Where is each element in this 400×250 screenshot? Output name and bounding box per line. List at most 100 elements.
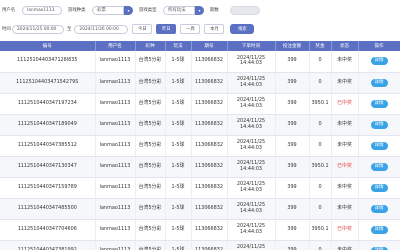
cell-play: 1-5球 [165,198,192,220]
cell-prize: 0 [309,135,332,157]
cell-play: 1-5球 [165,93,192,115]
cell-amount: 399 [275,72,310,94]
cell-game: 台湾5分彩 [135,72,166,94]
cell-play: 1-5球 [165,219,192,241]
detail-button[interactable]: 详情 [370,183,388,192]
cell-issue: 113066832 [191,72,228,94]
cell-play: 1-5球 [165,51,192,73]
cell-id: 1112510440347704606 [0,219,96,241]
chevron-down-icon[interactable]: ▾ [124,5,133,15]
quick-yesterday-button[interactable]: 昨日 [156,24,177,34]
detail-button[interactable]: 详情 [370,99,388,108]
column-header-amount: 投注金额 [275,41,310,51]
range-separator: 至 [67,27,72,32]
time-label: 时间 [2,27,11,32]
cell-id: 1112510440347189049 [0,114,96,136]
cell-time: 2024/11/25 14:44:03 [227,219,276,241]
cell-time: 2024/11/25 14:44:03 [227,93,276,115]
detail-button[interactable]: 详情 [370,57,388,66]
cell-game: 台湾5分彩 [135,93,166,115]
cell-play: 1-5球 [165,135,192,157]
quick-month-button[interactable]: 本月 [204,24,225,34]
detail-button[interactable]: 详情 [370,246,388,250]
cell-action: 详情 [358,135,400,157]
cell-amount: 399 [275,240,310,250]
cell-time: 2024/11/25 14:44:03 [227,240,276,250]
cell-amount: 399 [275,177,310,199]
column-header-status: 状态 [331,41,359,51]
cell-game: 台湾5分彩 [135,177,166,199]
detail-button[interactable]: 详情 [370,78,388,87]
cell-status: 未中奖 [331,177,359,199]
cell-status: 未中奖 [331,51,359,73]
play-type-select[interactable]: 所有玩法 [163,5,195,15]
cell-user: lanmao1113 [95,93,136,115]
chevron-down-icon[interactable]: ▾ [195,5,204,15]
table-body: 1112510440347128l835 lanmao1113 台湾5分彩 1-5球 1… [0,51,400,250]
cell-user: lanmao1113 [95,156,136,178]
cell-id: 1112510440347197234 [0,93,96,115]
cell-action: 详情 [358,219,400,241]
cell-issue: 113066832 [191,114,228,136]
table-row: 1112510440347128l835 lanmao1113 台湾5分彩 1-5球 1… [0,51,400,73]
cell-id: 1112510440347130347 [0,156,96,178]
cell-time: 2024/11/25 14:44:03 [227,51,276,73]
cell-id: 1112510440347385512 [0,135,96,157]
cell-game: 台湾5分彩 [135,51,166,73]
table-row: 1112510440347189049 lanmao1113 台湾5分彩 1-5球 11… [0,114,400,136]
cell-amount: 399 [275,114,310,136]
column-header-time: 下单时间 [227,41,276,51]
filter-row-time: 时间 2024/11/25 00:00 至 2024/11/26 00:00 今… [0,23,255,35]
cell-prize: 3950.1 [309,93,332,115]
cell-play: 1-5球 [165,240,192,250]
cell-prize: 0 [309,114,332,136]
cell-prize: 0 [309,72,332,94]
search-button[interactable]: 搜索 [230,24,255,34]
cell-user: lanmao1113 [95,198,136,220]
cell-action: 详情 [358,177,400,199]
quick-today-button[interactable]: 今日 [132,24,153,34]
cell-amount: 399 [275,135,310,157]
column-header-game: 彩种 [135,41,166,51]
cell-time: 2024/11/25 14:44:03 [227,198,276,220]
cell-prize: 0 [309,240,332,250]
start-time-input[interactable]: 2024/11/25 00:00 [12,24,64,34]
table-row: 1112510440347197234 lanmao1113 台湾5分彩 1-5球 11… [0,93,400,115]
table-row: 1112510440347130347 lanmao1113 台湾5分彩 1-5球 11… [0,156,400,178]
username-input[interactable]: lanmao1113 [22,5,62,15]
table-row: 1112510440347385512 lanmao1113 台湾5分彩 1-5球 11… [0,135,400,157]
cell-prize: 0 [309,177,332,199]
table-header: 编号 用户名 彩种 玩法 期号 下单时间 投注金额 奖金 状态 操作 [0,41,400,51]
cell-user: lanmao1113 [95,72,136,94]
cell-action: 详情 [358,198,400,220]
cell-action: 详情 [358,72,400,94]
table-row: 1112510440347704606 lanmao1113 台湾5分彩 1-5球 11… [0,219,400,241]
cell-amount: 399 [275,198,310,220]
cell-status: 未中奖 [331,114,359,136]
detail-button[interactable]: 详情 [370,120,388,129]
quick-week-button[interactable]: 一周 [180,24,201,34]
detail-button[interactable]: 详情 [370,162,388,171]
cell-game: 台湾5分彩 [135,198,166,220]
cell-time: 2024/11/25 14:44:03 [227,72,276,94]
cell-id: 1112510440347381992 [0,240,96,250]
cell-play: 1-5球 [165,72,192,94]
username-label: 用户名 [2,8,16,13]
cell-play: 1-5球 [165,177,192,199]
detail-button[interactable]: 详情 [370,225,388,234]
cell-user: lanmao1113 [95,51,136,73]
table-row: 1112510440347381992 lanmao1113 台湾5分彩 1-5球 11… [0,240,400,250]
detail-button[interactable]: 详情 [370,204,388,213]
cell-action: 详情 [358,93,400,115]
cell-play: 1-5球 [165,156,192,178]
cell-issue: 113066832 [191,93,228,115]
detail-button[interactable]: 详情 [370,141,388,150]
column-header-id: 编号 [0,41,96,51]
game-type-select[interactable]: 彩票 [92,5,124,15]
cell-prize: 3950.1 [309,156,332,178]
issue-input[interactable] [230,5,260,15]
cell-status: 已中奖 [331,93,359,115]
end-time-input[interactable]: 2024/11/26 00:00 [74,24,129,34]
cell-time: 2024/11/25 14:44:03 [227,156,276,178]
play-type-label: 游戏类型 [139,8,157,13]
